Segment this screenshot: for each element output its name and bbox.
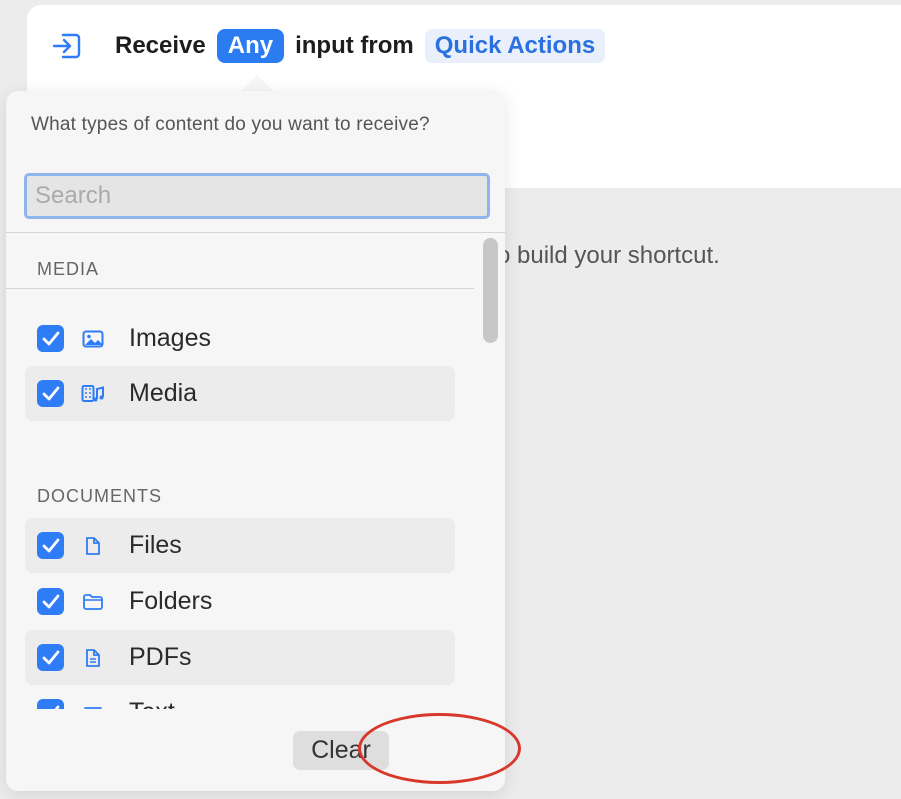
text-icon [81,701,105,710]
input-from-word: input from [295,32,414,59]
list-item-label: Images [129,324,211,352]
search-input[interactable] [27,176,483,216]
list-item-files[interactable]: Files [25,518,455,573]
content-type-popover: What types of content do you want to rec… [6,91,505,791]
pdf-document-icon [81,646,105,670]
section-title-documents: DOCUMENTS [37,486,162,506]
list-item-label: PDFs [129,643,192,671]
section-divider [6,288,474,289]
search-field[interactable] [24,173,490,219]
text-checkbox[interactable] [37,699,64,709]
receive-input-row: Receive Any input from Quick Actions [51,27,606,65]
images-checkbox[interactable] [37,325,64,352]
list-item-label: Folders [129,587,213,615]
list-item-pdfs[interactable]: PDFs [25,630,455,685]
folder-icon [81,590,105,614]
photo-icon [81,327,105,351]
build-shortcut-hint: o build your shortcut. [497,242,720,269]
media-checkbox[interactable] [37,380,64,407]
popover-prompt: What types of content do you want to rec… [31,114,430,135]
list-item-label: Files [129,531,182,559]
section-title-media: MEDIA [37,259,100,279]
list-scrollbar[interactable] [483,238,498,343]
list-item-label: Text [129,698,175,709]
list-item-folders[interactable]: Folders [25,574,455,629]
film-music-icon [81,382,105,406]
list-item-text[interactable]: Text [25,685,455,709]
document-icon [81,534,105,558]
any-input-type-button[interactable]: Any [216,29,285,63]
files-checkbox[interactable] [37,532,64,559]
highlight-annotation-circle [358,713,521,784]
content-type-list[interactable]: MEDIA Images Media DOCUMENTS Files Folde… [6,233,505,709]
folders-checkbox[interactable] [37,588,64,615]
pdfs-checkbox[interactable] [37,644,64,671]
receive-word: Receive [115,32,206,59]
import-arrow-icon [51,30,83,62]
quick-actions-source-button[interactable]: Quick Actions [424,29,606,63]
list-item-media[interactable]: Media [25,366,455,421]
list-item-label: Media [129,379,198,407]
list-item-images[interactable]: Images [25,311,455,366]
